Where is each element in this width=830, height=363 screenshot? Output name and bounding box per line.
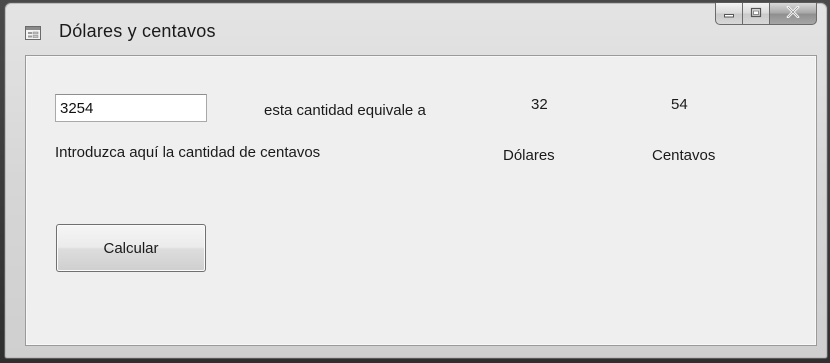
title-bar[interactable]: Dólares y centavos bbox=[5, 3, 827, 53]
cents-input[interactable] bbox=[55, 94, 207, 122]
app-window: Dólares y centavos 3254 esta cantidad eq… bbox=[4, 2, 828, 359]
cents-result-value: 54 bbox=[671, 96, 688, 113]
desktop-background: Dólares y centavos 3254 esta cantidad eq… bbox=[0, 0, 830, 363]
instruction-label: Introduzca aquí la cantidad de centavos bbox=[55, 144, 321, 161]
close-button[interactable] bbox=[770, 3, 817, 25]
caption-buttons bbox=[715, 3, 817, 27]
calculate-button[interactable]: Calcular bbox=[56, 224, 206, 272]
minimize-icon bbox=[723, 5, 735, 23]
dollars-result-value: 32 bbox=[531, 96, 548, 113]
minimize-button[interactable] bbox=[715, 3, 743, 25]
equivalence-label: esta cantidad equivale a bbox=[264, 102, 426, 119]
close-icon bbox=[786, 5, 800, 23]
form-client-area: esta cantidad equivale a 32 54 Introduzc… bbox=[25, 55, 817, 346]
maximize-button[interactable] bbox=[743, 3, 770, 25]
form-icon bbox=[25, 26, 41, 40]
window-title: Dólares y centavos bbox=[59, 21, 216, 41]
cents-label: Centavos bbox=[652, 147, 716, 164]
maximize-icon bbox=[750, 5, 762, 23]
dollars-label: Dólares bbox=[503, 147, 555, 164]
